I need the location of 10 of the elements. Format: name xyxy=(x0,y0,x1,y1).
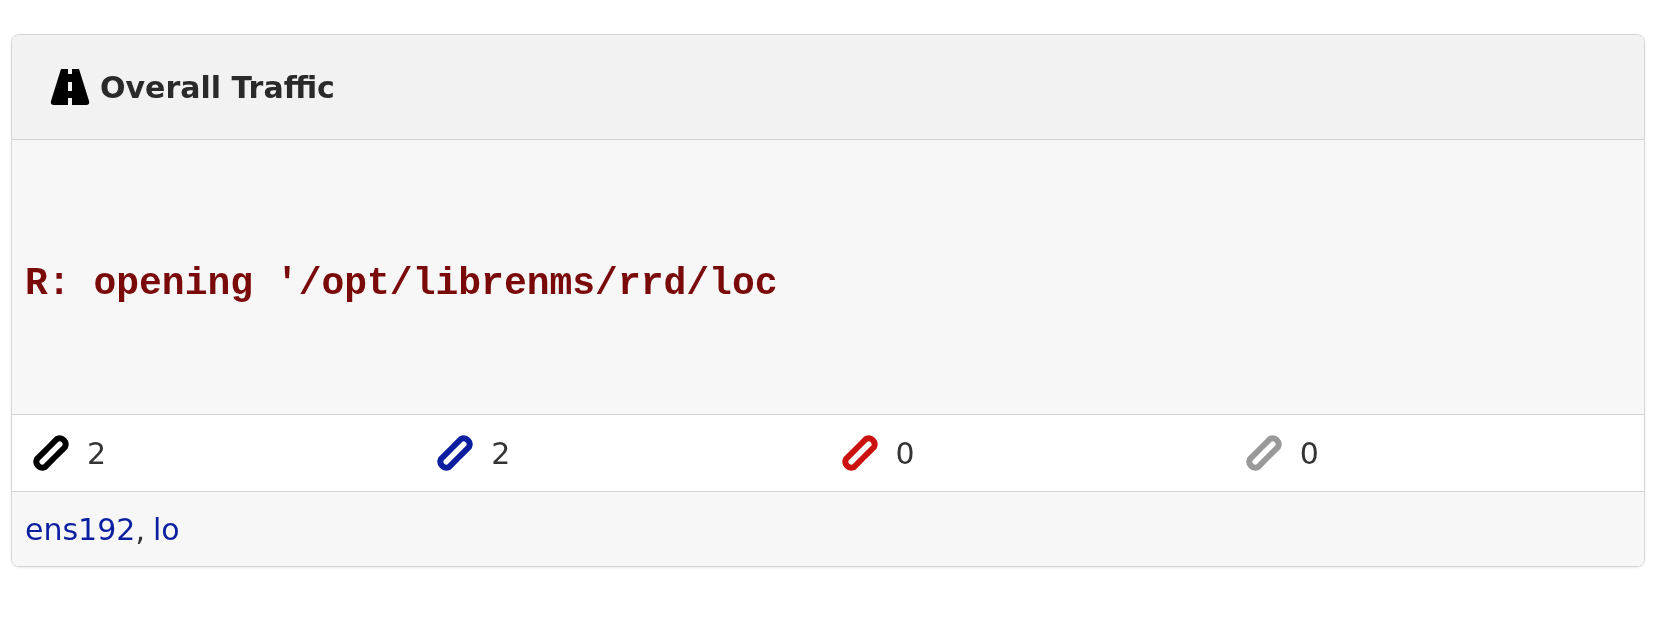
port-count: 0 xyxy=(895,435,915,471)
port-count: 2 xyxy=(491,435,511,471)
graph-error-text: R: opening '/opt/librenms/rrd/loc xyxy=(25,261,778,305)
port-count: 0 xyxy=(1299,435,1319,471)
interface-link[interactable]: lo xyxy=(152,511,180,547)
interface-link[interactable]: ens192 xyxy=(25,511,136,547)
panel-title: Overall Traffic xyxy=(100,69,335,105)
port-count: 2 xyxy=(87,435,107,471)
link-separator: , xyxy=(135,511,145,547)
road-icon xyxy=(50,67,90,107)
